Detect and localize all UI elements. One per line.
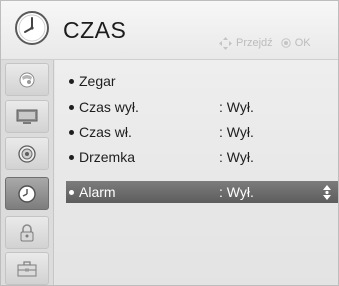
speaker-icon bbox=[18, 144, 36, 163]
sidebar-item-time[interactable] bbox=[5, 177, 49, 210]
clock-icon bbox=[15, 11, 49, 45]
menu-header: CZAS Przejdź OK bbox=[1, 1, 338, 59]
page-title: CZAS bbox=[63, 17, 127, 43]
sidebar-item-picture[interactable] bbox=[5, 63, 49, 96]
menu-item-label: Czas wł. bbox=[79, 124, 132, 140]
lock-icon bbox=[20, 223, 34, 241]
menu-item-sleep-timer[interactable]: Drzemka : Wył. bbox=[67, 146, 338, 168]
menu-item-label: Czas wył. bbox=[79, 99, 139, 115]
bullet bbox=[69, 104, 74, 110]
menu-item-label: Zegar bbox=[79, 73, 116, 89]
sidebar-item-lock[interactable] bbox=[5, 216, 49, 249]
sidebar-item-screen[interactable] bbox=[5, 100, 49, 133]
bullet bbox=[69, 129, 74, 135]
menu-item-off-time[interactable]: Czas wył. : Wył. bbox=[67, 96, 338, 118]
menu-item-label: Drzemka bbox=[79, 149, 136, 165]
picture-icon bbox=[19, 72, 35, 87]
sidebar-item-options[interactable] bbox=[5, 252, 49, 285]
up-down-arrows-icon[interactable] bbox=[323, 185, 331, 200]
menu-item-value: : Wył. bbox=[219, 99, 254, 115]
menu-list: Zegar Czas wył. : Wył. Czas wł. : Wył. D… bbox=[55, 60, 338, 285]
bullet bbox=[69, 78, 74, 84]
category-sidebar bbox=[1, 60, 54, 285]
sidebar-item-audio[interactable] bbox=[5, 137, 49, 170]
menu-item-alarm[interactable]: Alarm : Wył. bbox=[66, 181, 338, 203]
menu-item-on-time[interactable]: Czas wł. : Wył. bbox=[67, 121, 338, 143]
clock-icon bbox=[18, 184, 36, 203]
monitor-icon bbox=[16, 109, 38, 124]
time-settings-menu: CZAS Przejdź OK Zegar Czas wył.: Wył. C… bbox=[0, 0, 339, 286]
menu-item-value: : Wył. bbox=[219, 184, 254, 200]
ok-hint-label: OK bbox=[294, 37, 311, 49]
menu-item-value: : Wył. bbox=[219, 149, 254, 165]
bullet bbox=[69, 189, 74, 195]
toolbox-icon bbox=[17, 260, 37, 276]
menu-item-clock[interactable]: Zegar bbox=[67, 70, 338, 92]
menu-item-value: : Wył. bbox=[219, 124, 254, 140]
navigation-hint: Przejdź OK bbox=[219, 36, 311, 50]
four-way-arrows-icon bbox=[219, 36, 232, 50]
menu-item-label: Alarm bbox=[79, 184, 116, 200]
bullet bbox=[69, 154, 74, 160]
move-hint-label: Przejdź bbox=[236, 37, 273, 49]
ok-button-icon bbox=[280, 38, 291, 48]
